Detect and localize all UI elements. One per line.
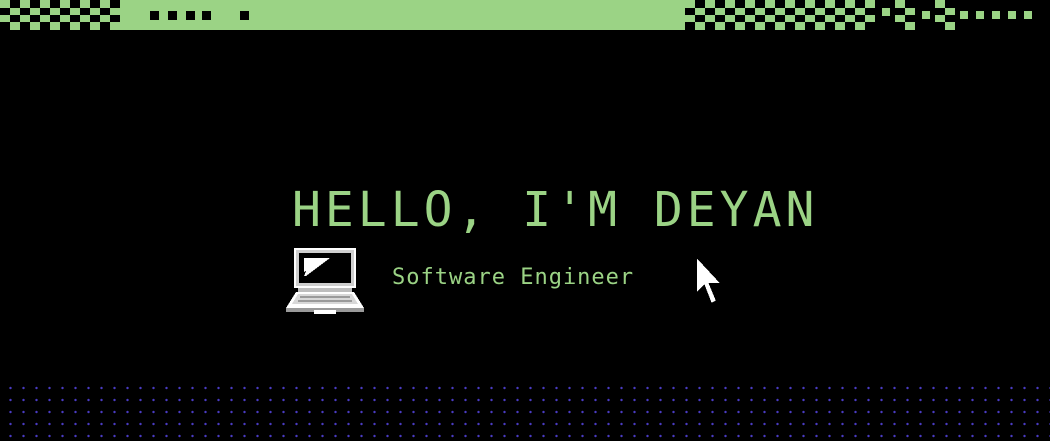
hero-title: HELLO, I'M DEYAN bbox=[292, 182, 819, 238]
mouse-pointer-icon bbox=[695, 254, 725, 306]
top-pixel-band bbox=[0, 0, 1032, 30]
dot-grid-pattern bbox=[0, 380, 1050, 441]
hero-subtitle: Software Engineer bbox=[392, 265, 635, 290]
laptop-icon bbox=[286, 248, 364, 314]
page: HELLO, I'M DEYAN Software Engineer bbox=[0, 0, 1050, 441]
